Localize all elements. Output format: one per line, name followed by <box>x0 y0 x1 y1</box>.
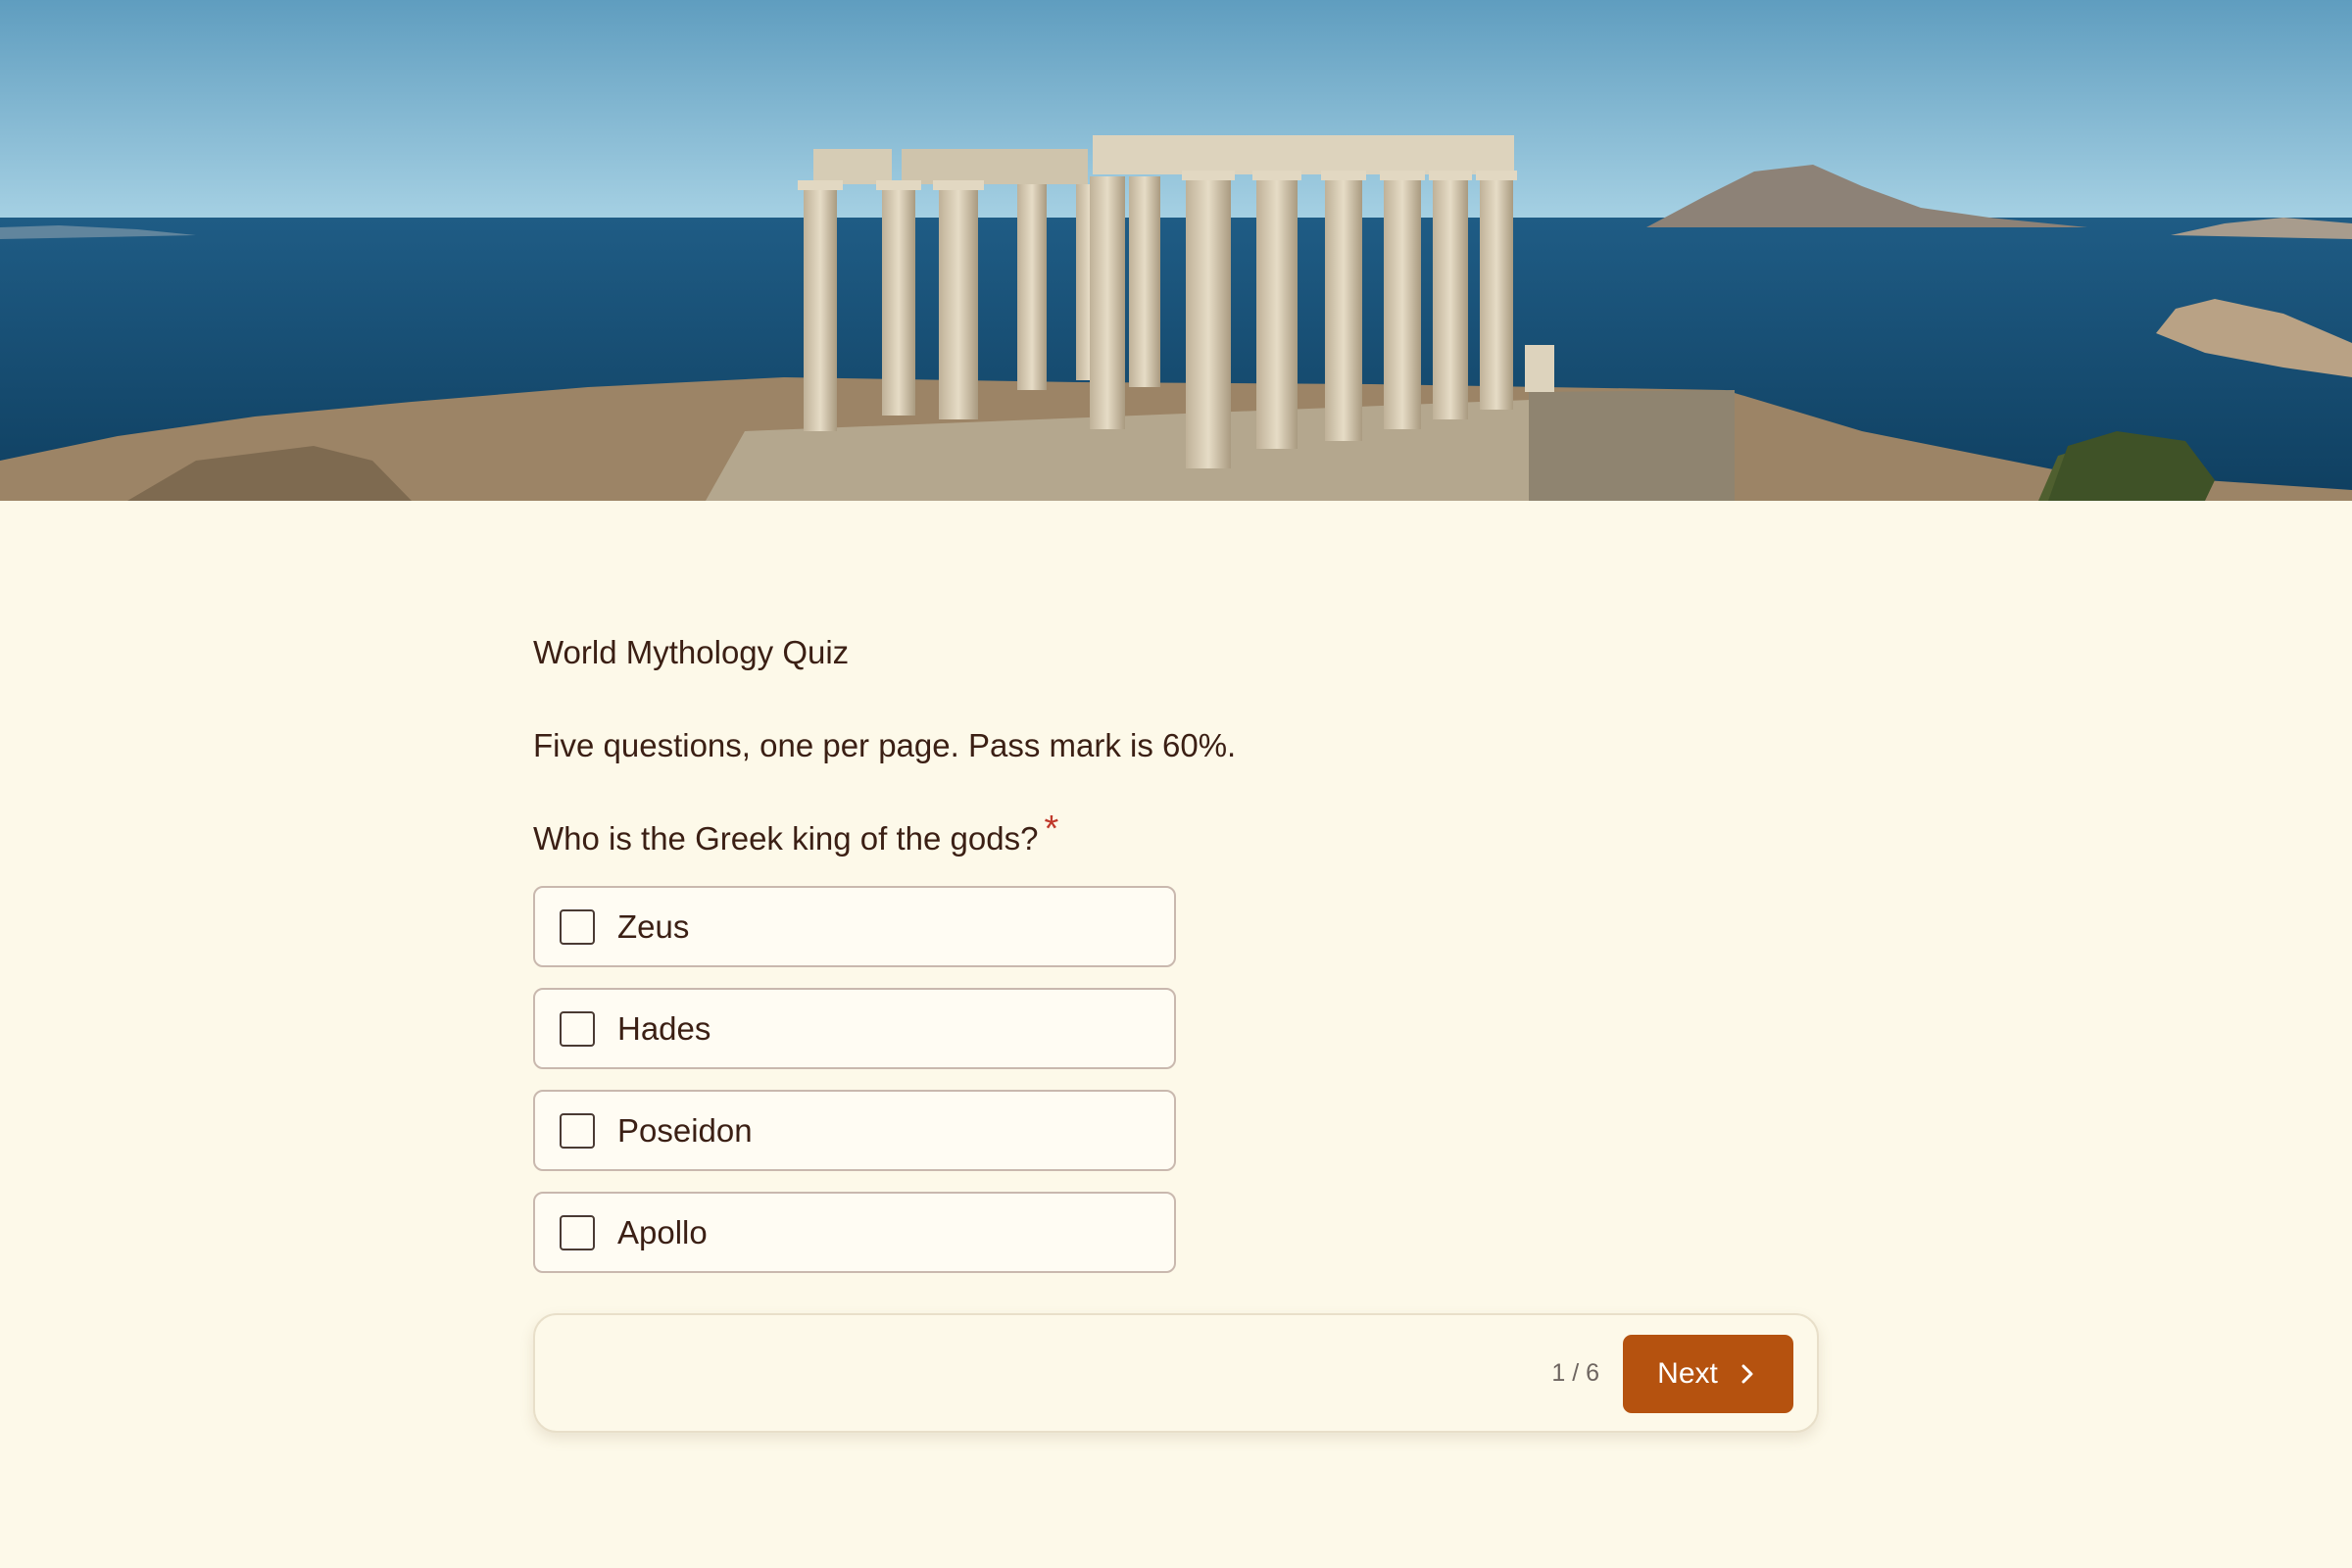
option-hades[interactable]: Hades <box>533 988 1176 1069</box>
quiz-form: World Mythology Quiz Five questions, one… <box>533 623 1819 1433</box>
checkbox[interactable] <box>560 1010 595 1047</box>
navigation-bar: 1 / 6 Next <box>533 1313 1819 1433</box>
option-label: Poseidon <box>617 1111 753 1149</box>
question-text: Who is the Greek king of the gods? <box>533 820 1039 857</box>
option-label: Hades <box>617 1009 711 1047</box>
checkbox[interactable] <box>560 908 595 945</box>
page-indicator: 1 / 6 <box>1551 1359 1599 1387</box>
chevron-right-icon <box>1741 1364 1753 1384</box>
option-poseidon[interactable]: Poseidon <box>533 1090 1176 1171</box>
next-button-label: Next <box>1657 1357 1718 1390</box>
option-label: Apollo <box>617 1213 708 1250</box>
option-label: Zeus <box>617 907 690 945</box>
question-text-row: Who is the Greek king of the gods? * <box>533 809 1819 868</box>
option-apollo[interactable]: Apollo <box>533 1192 1176 1273</box>
answer-options: Zeus Hades Poseidon Apollo <box>533 886 1176 1273</box>
checkbox[interactable] <box>560 1112 595 1149</box>
option-zeus[interactable]: Zeus <box>533 886 1176 967</box>
quiz-title: World Mythology Quiz <box>533 634 850 670</box>
next-button[interactable]: Next <box>1623 1335 1793 1413</box>
quiz-description: Five questions, one per page. Pass mark … <box>533 727 1237 763</box>
required-asterisk: * <box>1044 808 1059 850</box>
checkbox[interactable] <box>560 1214 595 1250</box>
header-image <box>0 0 2352 501</box>
temple-landscape-photo <box>0 0 2352 501</box>
